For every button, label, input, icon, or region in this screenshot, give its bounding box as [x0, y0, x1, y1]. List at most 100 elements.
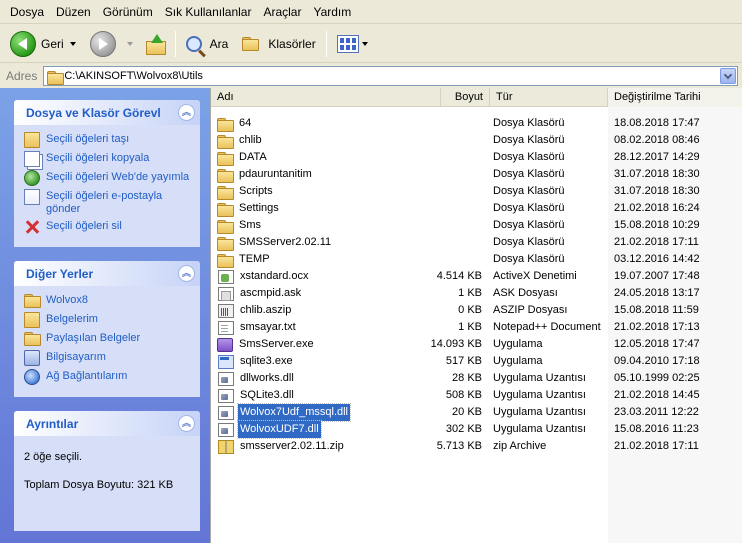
place-shared-documents[interactable]: Paylaşılan Belgeler: [24, 332, 192, 347]
file-name-cell[interactable]: TEMP: [217, 251, 272, 268]
column-header-size[interactable]: Boyut: [441, 88, 490, 107]
file-name-cell[interactable]: pdauruntanitim: [217, 166, 314, 183]
folders-icon: [242, 36, 262, 52]
file-name-cell[interactable]: smsayar.txt: [217, 319, 298, 336]
file-row[interactable]: sqlite3.exe 517 KB Uygulama 09.04.2010 17:1…: [211, 353, 742, 370]
file-row[interactable]: TEMP Dosya Klasörü 03.12.2016 14:42: [211, 251, 742, 268]
back-arrow-icon: [10, 30, 36, 57]
file-name-cell[interactable]: xstandard.ocx: [217, 268, 310, 285]
place-my-documents[interactable]: Belgelerim: [24, 312, 192, 328]
menu-tools[interactable]: Araçlar: [257, 1, 307, 23]
file-name-cell[interactable]: sqlite3.exe: [217, 353, 295, 370]
file-row[interactable]: SMSServer2.02.11 Dosya Klasörü 21.02.2018 …: [211, 234, 742, 251]
file-row[interactable]: Scripts Dosya Klasörü 31.07.2018 18:30: [211, 183, 742, 200]
file-type: Dosya Klasörü: [493, 134, 565, 146]
file-row[interactable]: chlib Dosya Klasörü 08.02.2018 08:46: [211, 132, 742, 149]
web-publish-icon: [24, 170, 40, 186]
file-date: 31.07.2018 18:30: [608, 183, 742, 200]
search-label: Ara: [209, 36, 229, 51]
file-name-cell[interactable]: SMSServer2.02.11: [217, 234, 333, 251]
file-row[interactable]: ascmpid.ask 1 KB ASK Dosyası 24.05.2018 13:…: [211, 285, 742, 302]
menu-bar: Dosya Düzen Görünüm Sık Kullanılanlar Ar…: [0, 0, 742, 24]
file-row[interactable]: Sms Dosya Klasörü 15.08.2018 10:29: [211, 217, 742, 234]
collapse-chevron-icon[interactable]: ︽: [178, 415, 195, 432]
task-move-selected[interactable]: Seçili öğeleri taşı: [24, 132, 192, 148]
folders-button[interactable]: Klasörler: [238, 29, 319, 59]
column-header-name[interactable]: Adı: [211, 88, 441, 107]
file-name-cell[interactable]: Wolvox7Udf_mssql.dll: [217, 403, 352, 422]
place-my-computer[interactable]: Bilgisayarım: [24, 350, 192, 366]
menu-file[interactable]: Dosya: [4, 1, 50, 23]
file-name-cell[interactable]: smsserver2.02.11.zip: [217, 438, 346, 455]
views-icon: [336, 34, 359, 53]
other-places-header[interactable]: Diğer Yerler ︽: [14, 261, 200, 286]
file-date: 21.02.2018 16:24: [608, 200, 742, 217]
menu-view[interactable]: Görünüm: [97, 1, 159, 23]
file-row[interactable]: smsserver2.02.11.zip 5.713 KB zip Archive 2…: [211, 438, 742, 455]
file-name-cell[interactable]: SQLite3.dll: [217, 387, 296, 404]
file-name-cell[interactable]: Scripts: [217, 183, 275, 200]
collapse-chevron-icon[interactable]: ︽: [178, 104, 195, 121]
file-row[interactable]: dllworks.dll 28 KB Uygulama Uzantısı 05.10.…: [211, 370, 742, 387]
file-row[interactable]: DATA Dosya Klasörü 28.12.2017 14:29: [211, 149, 742, 166]
up-folder-icon: [145, 33, 166, 55]
file-folder-tasks-header[interactable]: Dosya ve Klasör Görevl ︽: [14, 100, 200, 125]
task-label: Seçili öğeleri kopyala: [46, 152, 150, 164]
back-dropdown-icon[interactable]: [69, 41, 76, 46]
file-row[interactable]: 64 Dosya Klasörü 18.08.2018 17:47: [211, 115, 742, 132]
address-dropdown-icon[interactable]: [720, 68, 736, 84]
details-header[interactable]: Ayrıntılar ︽: [14, 411, 200, 436]
folder-icon: [217, 219, 234, 234]
column-header-date[interactable]: Değiştirilme Tarihi: [608, 88, 742, 107]
file-row[interactable]: smsayar.txt 1 KB Notepad++ Document 21.02.2…: [211, 319, 742, 336]
file-row[interactable]: chlib.aszip 0 KB ASZIP Dosyası 15.08.2018 1…: [211, 302, 742, 319]
file-name-cell[interactable]: ascmpid.ask: [217, 285, 303, 302]
forward-dropdown-icon[interactable]: [126, 41, 133, 46]
file-name: ascmpid.ask: [240, 287, 302, 299]
task-delete-selected[interactable]: Seçili öğeleri sil: [24, 220, 192, 235]
file-row[interactable]: SQLite3.dll 508 KB Uygulama Uzantısı 21.02.…: [211, 387, 742, 404]
collapse-chevron-icon[interactable]: ︽: [178, 265, 195, 282]
search-button[interactable]: Ara: [182, 29, 233, 59]
task-email-selected[interactable]: Seçili öğeleri e-postayla gönder: [24, 189, 192, 216]
file-type: Uygulama Uzantısı: [493, 372, 586, 384]
views-dropdown-icon[interactable]: [361, 41, 368, 46]
menu-edit[interactable]: Düzen: [50, 1, 97, 23]
back-button[interactable]: Geri: [6, 29, 80, 59]
file-row[interactable]: WolvoxUDF7.dll 302 KB Uygulama Uzantısı 15.…: [211, 420, 742, 439]
menu-help[interactable]: Yardım: [307, 1, 357, 23]
file-type: Uygulama: [493, 338, 543, 350]
file-row[interactable]: pdauruntanitim Dosya Klasörü 31.07.2018 18…: [211, 166, 742, 183]
file-row[interactable]: Wolvox7Udf_mssql.dll 20 KB Uygulama Uzantı…: [211, 403, 742, 422]
task-publish-web[interactable]: Seçili öğeleri Web'de yayımla: [24, 170, 192, 186]
column-header-type[interactable]: Tür: [490, 88, 608, 107]
place-wolvox8[interactable]: Wolvox8: [24, 294, 192, 309]
file-row[interactable]: Settings Dosya Klasörü 21.02.2018 16:24: [211, 200, 742, 217]
file-name-cell[interactable]: WolvoxUDF7.dll: [217, 420, 322, 439]
menu-favorites[interactable]: Sık Kullanılanlar: [159, 1, 258, 23]
file-row[interactable]: xstandard.ocx 4.514 KB ActiveX Denetimi 19.…: [211, 268, 742, 285]
address-field[interactable]: C:\AKINSOFT\Wolvox8\Utils: [43, 66, 738, 86]
file-name-cell[interactable]: Settings: [217, 200, 281, 217]
file-name: DATA: [239, 151, 267, 163]
place-label: Paylaşılan Belgeler: [46, 332, 141, 344]
forward-button[interactable]: [86, 29, 137, 59]
task-label: Seçili öğeleri Web'de yayımla: [46, 171, 190, 183]
file-name-cell[interactable]: Sms: [217, 217, 263, 234]
file-name-cell[interactable]: chlib: [217, 132, 264, 149]
file-name-cell[interactable]: chlib.aszip: [217, 302, 293, 319]
file-type: Dosya Klasörü: [493, 253, 565, 265]
file-size: [366, 183, 482, 200]
task-copy-selected[interactable]: Seçili öğeleri kopyala: [24, 151, 192, 167]
place-label: Ağ Bağlantılarım: [46, 370, 128, 382]
file-name-cell[interactable]: SmsServer.exe: [217, 336, 316, 353]
place-network[interactable]: Ağ Bağlantılarım: [24, 369, 192, 385]
file-name: Scripts: [239, 185, 273, 197]
file-name-cell[interactable]: 64: [217, 115, 253, 132]
up-folder-button[interactable]: [141, 29, 169, 59]
file-name-cell[interactable]: dllworks.dll: [217, 370, 296, 387]
details-selected-count: 2 öğe seçili.: [24, 451, 83, 463]
file-name-cell[interactable]: DATA: [217, 149, 269, 166]
file-row[interactable]: SmsServer.exe 14.093 KB Uygulama 12.05.2018…: [211, 336, 742, 353]
views-button[interactable]: [333, 29, 372, 59]
